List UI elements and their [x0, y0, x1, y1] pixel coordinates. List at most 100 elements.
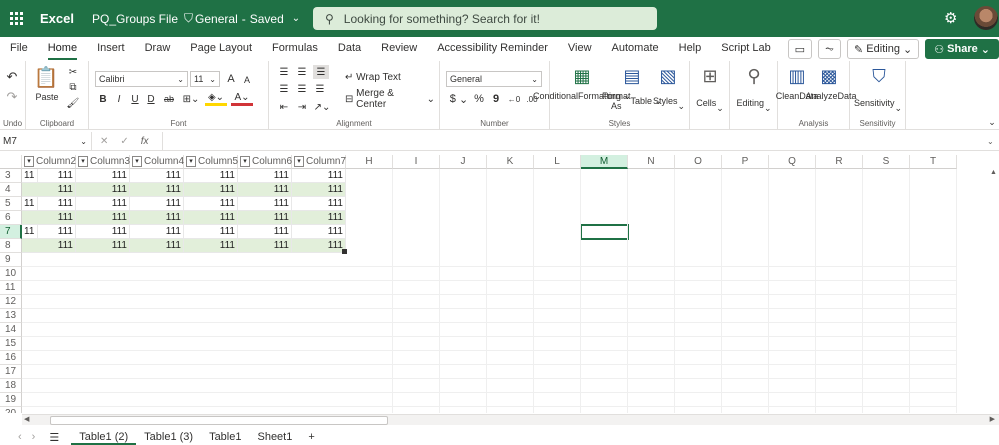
align-middle-icon[interactable]: ☰ — [295, 66, 309, 78]
table-resize-handle[interactable] — [342, 249, 347, 254]
column-header[interactable]: Q — [769, 155, 816, 169]
function-icon[interactable]: fx — [141, 136, 149, 147]
row-header[interactable]: 17 — [0, 365, 22, 379]
tab-accessibility-reminder[interactable]: Accessibility Reminder — [427, 37, 558, 61]
table-cell[interactable]: 111 — [238, 197, 292, 211]
increase-indent-icon[interactable]: ⇥ — [295, 101, 309, 113]
table-cell[interactable]: 111 — [130, 211, 184, 225]
find-search-icon[interactable]: ⚲ — [742, 65, 766, 87]
add-sheet-button[interactable]: + — [300, 429, 322, 445]
format-as-table-button[interactable]: Format As Table ⌄ — [602, 91, 662, 111]
active-cell-selection[interactable] — [580, 224, 629, 240]
worksheet-grid[interactable]: ▾ Column2 ▾ Column3 ▾ Column4 ▾ Column5 ▾ Column6… — [0, 155, 999, 413]
sensitivity-button[interactable]: Sensitivity ⌄ — [852, 93, 904, 113]
table-cell[interactable]: 111 — [238, 225, 292, 239]
scroll-left-icon[interactable]: ◀ — [24, 415, 29, 423]
column-header[interactable]: ▾ Column5 — [184, 155, 238, 169]
column-header[interactable]: I — [393, 155, 440, 169]
table-cell[interactable]: 111 — [292, 183, 346, 197]
increase-decimal-button[interactable]: ←0 — [506, 92, 522, 106]
merge-center-button[interactable]: ⊟ Merge & Center ⌄ — [345, 88, 435, 110]
sheet-tab-table1[interactable]: Table1 — [201, 429, 249, 445]
table-cell[interactable]: 111 — [130, 197, 184, 211]
column-header[interactable]: T — [910, 155, 957, 169]
table-cell[interactable]: 111 — [130, 225, 184, 239]
name-box[interactable]: M7 ⌄ — [0, 131, 92, 151]
currency-button[interactable]: $ ⌄ — [448, 92, 470, 106]
column-header[interactable]: J — [440, 155, 487, 169]
table-cell[interactable]: 111 — [184, 211, 238, 225]
row-header[interactable]: 12 — [0, 295, 22, 309]
table-cell[interactable]: 111 — [130, 183, 184, 197]
editing-button[interactable]: Editing ⌄ — [732, 93, 776, 113]
row-header[interactable]: 4 — [0, 183, 22, 197]
column-header[interactable]: K — [487, 155, 534, 169]
undo-icon[interactable]: ↶ — [4, 69, 20, 85]
font-size-dropdown[interactable]: 11 ⌄ — [190, 71, 220, 87]
table-cell[interactable]: 111 — [22, 197, 76, 211]
share-button[interactable]: ⚇ Share ⌄ — [925, 39, 999, 59]
row-header[interactable]: 19 — [0, 393, 22, 407]
enter-icon[interactable]: ✓ — [120, 136, 128, 147]
align-left-icon[interactable]: ☰ — [277, 83, 291, 95]
table-cell[interactable]: 111 — [184, 239, 238, 253]
app-launcher-icon[interactable] — [2, 0, 30, 37]
column-header[interactable]: L — [534, 155, 581, 169]
file-name[interactable]: PQ_Groups File — [92, 12, 178, 26]
comma-button[interactable]: 9 — [490, 92, 502, 106]
borders-icon[interactable]: ⊞⌄ — [181, 92, 201, 106]
copy-icon[interactable]: ⧉ — [66, 81, 80, 93]
vertical-scrollbar[interactable]: ▲ — [988, 169, 999, 413]
tab-view[interactable]: View — [558, 37, 602, 61]
font-name-dropdown[interactable]: Calibri ⌄ — [95, 71, 188, 87]
column-header[interactable]: ▾ Column6 — [238, 155, 292, 169]
table-cell[interactable]: 111 — [292, 211, 346, 225]
table-cell[interactable]: 111 — [184, 169, 238, 183]
cells-icon[interactable]: ⊞ — [698, 65, 722, 87]
cut-icon[interactable]: ✂ — [66, 66, 80, 78]
table-cell[interactable]: 111 — [238, 239, 292, 253]
horizontal-scroll-thumb[interactable] — [50, 416, 388, 425]
row-header[interactable]: 11 — [0, 281, 22, 295]
table-cell[interactable]: 111 — [238, 183, 292, 197]
decrease-indent-icon[interactable]: ⇤ — [277, 101, 291, 113]
table-cell[interactable]: 111 — [184, 225, 238, 239]
table-cell[interactable]: 111 — [130, 169, 184, 183]
number-format-dropdown[interactable]: General ⌄ — [446, 71, 542, 87]
table-cell[interactable]: 111 — [184, 197, 238, 211]
chevron-down-icon[interactable]: ⌄ — [987, 137, 999, 146]
tab-help[interactable]: Help — [669, 37, 712, 61]
italic-button[interactable]: I — [113, 92, 125, 106]
table-cell[interactable]: 111 — [76, 197, 130, 211]
row-header[interactable]: 7 — [0, 225, 22, 239]
ribbon-collapse-icon[interactable]: ⌄ — [987, 117, 997, 127]
conditional-formatting-icon[interactable]: ▦ — [570, 65, 594, 87]
row-header[interactable]: 15 — [0, 337, 22, 351]
column-header[interactable]: ▾ Column3 — [76, 155, 130, 169]
align-top-icon[interactable]: ☰ — [277, 66, 291, 78]
column-header[interactable]: O — [675, 155, 722, 169]
tab-review[interactable]: Review — [371, 37, 427, 61]
all-sheets-icon[interactable]: ☰ — [49, 431, 59, 444]
row-header[interactable]: 10 — [0, 267, 22, 281]
row-header[interactable]: 9 — [0, 253, 22, 267]
table-cell[interactable]: 111 — [22, 225, 76, 239]
comments-button[interactable]: ▭ — [787, 39, 813, 59]
next-sheet-icon[interactable]: › — [32, 431, 36, 443]
shrink-font-button[interactable]: A — [240, 72, 254, 88]
avatar[interactable] — [974, 6, 998, 30]
align-right-icon[interactable]: ☰ — [313, 83, 327, 95]
align-center-icon[interactable]: ☰ — [295, 83, 309, 95]
app-name[interactable]: Excel — [40, 11, 74, 26]
gear-icon[interactable]: ⚙ — [944, 9, 957, 27]
filter-dropdown-icon[interactable]: ▾ — [24, 156, 34, 167]
underline-button[interactable]: U — [129, 92, 141, 106]
cancel-icon[interactable]: ✕ — [100, 136, 108, 147]
table-cell[interactable]: 111 — [238, 169, 292, 183]
row-header[interactable]: 8 — [0, 239, 22, 253]
wrap-text-button[interactable]: ↵ Wrap Text — [345, 71, 405, 83]
column-header[interactable]: P — [722, 155, 769, 169]
filter-dropdown-icon[interactable]: ▾ — [240, 156, 250, 167]
table-cell[interactable]: 111 — [76, 225, 130, 239]
column-header[interactable]: ▾ Column4 — [130, 155, 184, 169]
